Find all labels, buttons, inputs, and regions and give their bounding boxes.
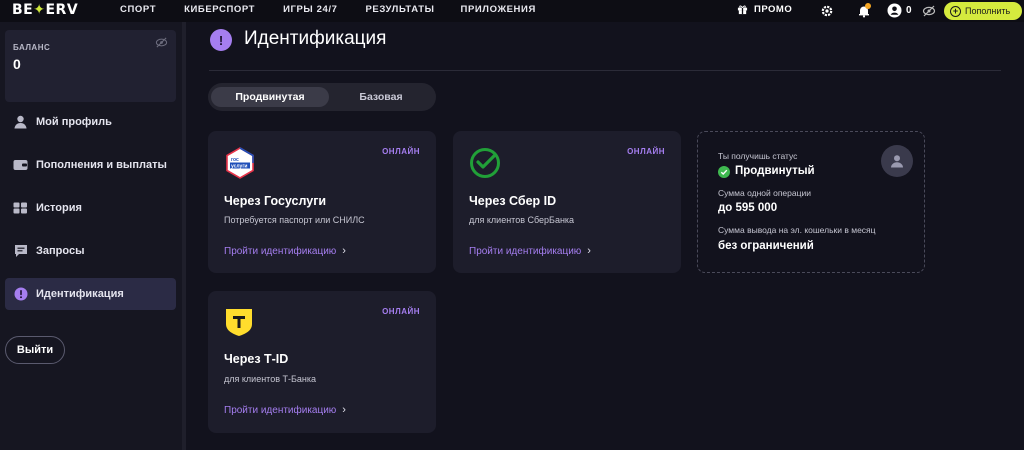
nav-apps[interactable]: ПРИЛОЖЕНИЯ	[461, 4, 536, 15]
identify-link[interactable]: Пройти идентификацию ›	[224, 404, 346, 416]
chat-icon	[13, 244, 28, 259]
notification-dot	[865, 3, 871, 9]
exclamation-icon: !	[210, 29, 232, 51]
identify-link-label: Пройти идентификацию	[469, 245, 582, 257]
sidebar-item-profile[interactable]: Мой профиль	[5, 106, 176, 138]
card-title: Через Т-ID	[224, 352, 289, 366]
online-badge: ОНЛАЙН	[382, 147, 420, 156]
user-icon	[13, 115, 28, 130]
user-circle-icon[interactable]	[887, 3, 902, 18]
gift-icon	[737, 5, 748, 15]
status-value: Продвинутый	[718, 165, 815, 178]
status-card: Ты получишь статус Продвинутый Сумма одн…	[697, 131, 925, 273]
card-title: Через Госуслуги	[224, 194, 327, 208]
withdraw-value: без ограничений	[718, 240, 814, 252]
svg-text:услуги: услуги	[231, 163, 247, 169]
card-subtitle: для клиентов Т-Банка	[224, 374, 316, 384]
card-subtitle: Потребуется паспорт или СНИЛС	[224, 215, 365, 225]
sidebar-item-label: Запросы	[36, 245, 85, 257]
sidebar-scrollbar[interactable]	[182, 22, 186, 450]
card-subtitle: для клиентов СберБанка	[469, 215, 575, 225]
nav-esports[interactable]: КИБЕРСПОРТ	[184, 4, 255, 15]
logo[interactable]: BE✦ERV	[12, 2, 78, 18]
user-balance-count: 0	[906, 5, 912, 16]
nav-games[interactable]: ИГРЫ 24/7	[283, 4, 337, 15]
sidebar: БАЛАНС 0 Мой профиль Пополнения и выплат…	[0, 22, 186, 450]
promo-button[interactable]: ПРОМО	[737, 4, 792, 15]
page-title: Идентификация	[244, 28, 387, 49]
svg-text:гос: гос	[231, 157, 239, 163]
sidebar-item-label: Идентификация	[36, 288, 124, 300]
balance-card: БАЛАНС 0	[5, 30, 176, 102]
plus-icon: +	[950, 5, 961, 17]
limit-label: Сумма одной операции	[718, 188, 811, 198]
withdraw-label: Сумма вывода на эл. кошельки в месяц	[718, 225, 876, 235]
identify-link-label: Пройти идентификацию	[224, 245, 337, 257]
chevron-right-icon: ›	[342, 245, 346, 257]
logout-button[interactable]: Выйти	[5, 336, 65, 364]
gosuslugi-logo: гос услуги	[226, 147, 254, 179]
tab-switcher: Продвинутая Базовая	[208, 83, 436, 111]
chevron-right-icon: ›	[342, 404, 346, 416]
tab-basic[interactable]: Базовая	[329, 87, 433, 107]
promo-label: ПРОМО	[754, 4, 793, 15]
nav-results[interactable]: РЕЗУЛЬТАТЫ	[365, 4, 434, 15]
sidebar-item-label: Пополнения и выплаты	[36, 159, 167, 171]
top-bar: BE✦ERV СПОРТ КИБЕРСПОРТ ИГРЫ 24/7 РЕЗУЛЬ…	[0, 0, 1024, 22]
gear-icon[interactable]	[820, 4, 834, 18]
chevron-right-icon: ›	[587, 245, 591, 257]
eye-off-icon[interactable]	[922, 4, 936, 18]
identify-link-label: Пройти идентификацию	[224, 404, 337, 416]
avatar	[881, 145, 913, 177]
topup-button[interactable]: + Пополнить	[944, 2, 1022, 20]
eye-off-icon[interactable]	[155, 36, 168, 49]
tab-advanced[interactable]: Продвинутая	[211, 87, 329, 107]
online-badge: ОНЛАЙН	[627, 147, 665, 156]
check-icon	[718, 166, 730, 178]
user-icon	[891, 155, 903, 168]
sidebar-item-history[interactable]: История	[5, 192, 176, 224]
tbank-logo	[226, 309, 252, 336]
sidebar-item-payments[interactable]: Пополнения и выплаты	[5, 149, 176, 181]
card-gosuslugi: гос услуги ОНЛАЙН Через Госуслуги Потреб…	[208, 131, 436, 273]
card-sber-id: ОНЛАЙН Через Сбер ID для клиентов СберБа…	[453, 131, 681, 273]
card-title: Через Сбер ID	[469, 194, 557, 208]
identify-link[interactable]: Пройти идентификацию ›	[224, 245, 346, 257]
topup-label: Пополнить	[965, 6, 1011, 16]
status-label: Ты получишь статус	[718, 151, 798, 161]
balance-value: 0	[13, 56, 21, 72]
divider	[209, 70, 1001, 71]
balance-label: БАЛАНС	[13, 43, 51, 52]
exclamation-icon	[13, 287, 28, 302]
identify-link[interactable]: Пройти идентификацию ›	[469, 245, 591, 257]
sidebar-item-label: Мой профиль	[36, 116, 112, 128]
online-badge: ОНЛАЙН	[382, 307, 420, 316]
limit-value: до 595 000	[718, 202, 778, 214]
main-nav: СПОРТ КИБЕРСПОРТ ИГРЫ 24/7 РЕЗУЛЬТАТЫ ПР…	[120, 4, 536, 15]
sidebar-item-identification[interactable]: Идентификация	[5, 278, 176, 310]
sidebar-item-label: История	[36, 202, 82, 214]
wallet-icon	[13, 158, 28, 173]
nav-sport[interactable]: СПОРТ	[120, 4, 156, 15]
sidebar-item-requests[interactable]: Запросы	[5, 235, 176, 267]
status-value-text: Продвинутый	[735, 165, 815, 177]
card-t-id: ОНЛАЙН Через Т-ID для клиентов Т-Банка П…	[208, 291, 436, 433]
sber-logo	[470, 148, 500, 178]
history-icon	[13, 201, 28, 216]
